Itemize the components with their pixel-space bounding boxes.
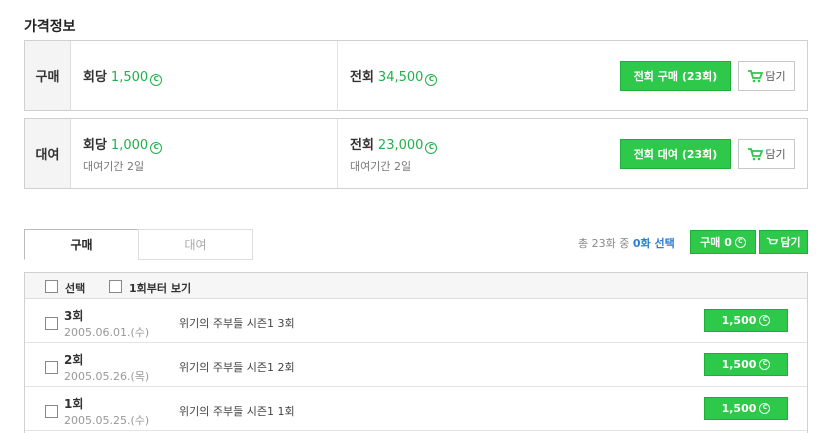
episode-number: 2회 — [64, 353, 84, 367]
coin-icon: C — [759, 403, 771, 414]
per-episode-label: 회당 — [83, 137, 107, 153]
cart-icon — [767, 237, 779, 244]
purchase-tabs: 구매 대여 — [24, 229, 253, 260]
selected-count: 0화 선택 — [632, 237, 675, 250]
episode-price: 1,500 — [721, 402, 757, 415]
buy-all-episodes: 전회 34,500 C — [338, 41, 608, 110]
episode-number: 3회 — [64, 309, 84, 323]
from-first-checkbox[interactable] — [109, 280, 122, 293]
list-item[interactable]: 1회 2005.05.25.(수) 위기의 주부들 시즌1 1회 1,500 C — [25, 387, 807, 431]
rent-period: 대여기간 2일 — [350, 159, 412, 173]
episode-title: 위기의 주부들 시즌1 1회 — [179, 405, 295, 418]
episode-checkbox[interactable] — [45, 405, 58, 418]
episode-price: 1,500 — [721, 314, 757, 327]
episode-list: 선택 1회부터 보기 3회 2005.06.01.(수) 위기의 주부들 시즌1… — [24, 272, 808, 433]
per-episode-price: 1,000 — [110, 137, 149, 153]
rent-price-box: 대여 회당 1,000 C 대여기간 2일 전회 23,000 C 대여기간 2일 전회… — [24, 118, 808, 189]
coin-icon: C — [759, 315, 771, 326]
cart-selected-label: 담기 — [780, 236, 801, 249]
per-episode-label: 회당 — [83, 69, 107, 85]
buy-selected-label: 구매 0 — [700, 236, 732, 249]
rent-cart-button[interactable]: 담기 — [738, 139, 795, 169]
tab-buy[interactable]: 구매 — [24, 229, 139, 260]
tab-rent[interactable]: 대여 — [138, 229, 253, 260]
episode-date: 2005.06.01.(수) — [64, 326, 150, 339]
from-first-label: 1회부터 보기 — [129, 282, 192, 295]
coin-icon: C — [734, 236, 746, 248]
all-price: 23,000 — [377, 137, 424, 153]
cart-icon — [748, 69, 764, 82]
episode-buy-button[interactable]: 1,500 C — [704, 309, 788, 332]
selection-summary: 총 23화 중 0화 선택 — [578, 235, 675, 251]
coin-icon: C — [150, 141, 163, 154]
buy-selected-button[interactable]: 구매 0C — [690, 230, 756, 254]
buy-cart-button[interactable]: 담기 — [738, 61, 795, 91]
list-item[interactable]: 2회 2005.05.26.(목) 위기의 주부들 시즌1 2회 1,500 C — [25, 343, 807, 387]
rent-period: 대여기간 2일 — [83, 159, 145, 173]
episode-buy-button[interactable]: 1,500 C — [704, 397, 788, 420]
all-label: 전회 — [350, 69, 374, 85]
episode-number: 1회 — [64, 397, 84, 411]
section-title: 가격정보 — [24, 19, 76, 35]
cart-label: 담기 — [765, 148, 786, 161]
episode-title: 위기의 주부들 시즌1 3회 — [179, 317, 295, 330]
coin-icon: C — [425, 73, 438, 86]
select-all-label: 선택 — [65, 282, 86, 295]
episode-checkbox[interactable] — [45, 317, 58, 330]
cart-label: 담기 — [765, 70, 786, 83]
buy-per-episode: 회당 1,500 C — [71, 41, 338, 110]
buy-all-button[interactable]: 전회 구매 (23회) — [620, 61, 731, 91]
rent-all-episodes: 전회 23,000 C 대여기간 2일 — [338, 119, 608, 188]
episode-buy-button[interactable]: 1,500 C — [704, 353, 788, 376]
total-count: 총 23화 중 — [578, 237, 630, 250]
episode-title: 위기의 주부들 시즌1 2회 — [179, 361, 295, 374]
list-header: 선택 1회부터 보기 — [25, 273, 807, 299]
episode-date: 2005.05.26.(목) — [64, 370, 150, 383]
episode-date: 2005.05.25.(수) — [64, 414, 150, 427]
buy-label: 구매 — [25, 41, 71, 110]
per-episode-price: 1,500 — [110, 69, 149, 85]
list-item[interactable]: 3회 2005.06.01.(수) 위기의 주부들 시즌1 3회 1,500 C — [25, 299, 807, 343]
select-all-checkbox[interactable] — [45, 280, 58, 293]
all-price: 34,500 — [377, 69, 424, 85]
rent-label: 대여 — [25, 119, 71, 188]
cart-icon — [748, 147, 764, 160]
rent-per-episode: 회당 1,000 C 대여기간 2일 — [71, 119, 338, 188]
episode-checkbox[interactable] — [45, 361, 58, 374]
cart-selected-button[interactable]: 담기 — [759, 230, 808, 254]
coin-icon: C — [759, 359, 771, 370]
buy-price-box: 구매 회당 1,500 C 전회 34,500 C 전회 구매 (23회) 담기 — [24, 40, 808, 111]
episode-price: 1,500 — [721, 358, 757, 371]
all-label: 전회 — [350, 137, 374, 153]
coin-icon: C — [425, 141, 438, 154]
rent-all-button[interactable]: 전회 대여 (23회) — [620, 139, 731, 169]
coin-icon: C — [150, 73, 163, 86]
